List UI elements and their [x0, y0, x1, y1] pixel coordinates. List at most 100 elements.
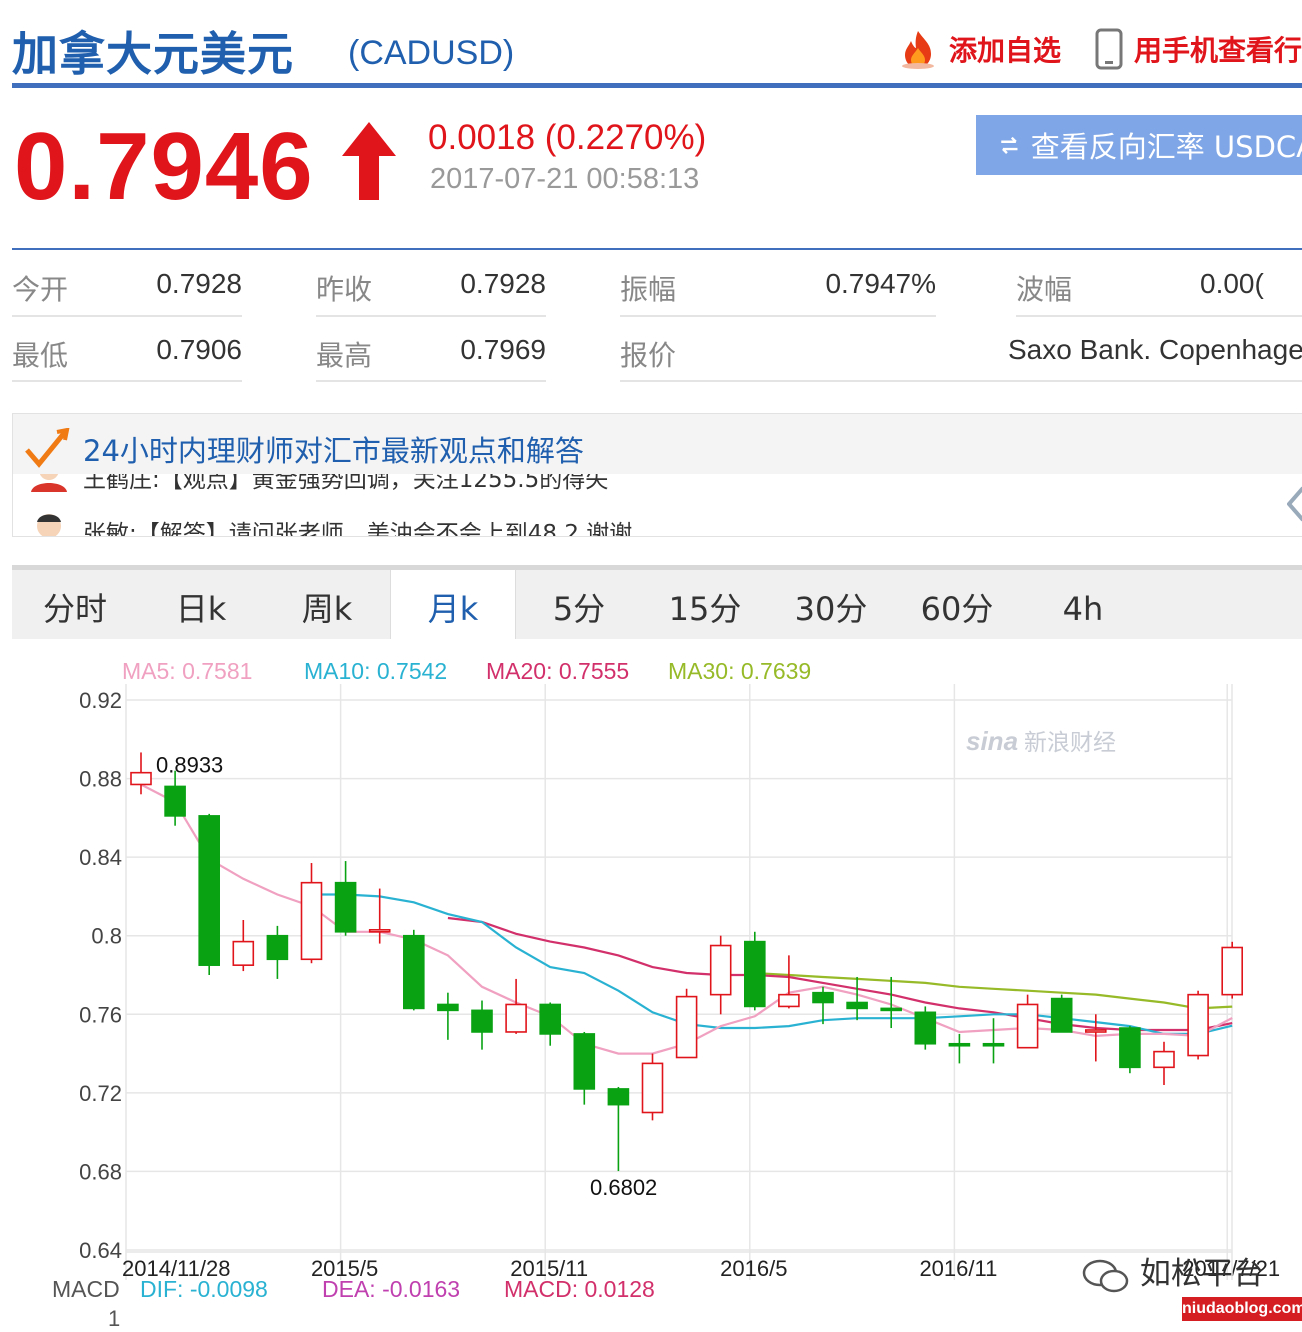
- site-watermark: niudaoblog.com: [1182, 1297, 1302, 1321]
- x-tick-label: 2016/5: [720, 1256, 787, 1280]
- candle-body: [812, 991, 834, 1004]
- min-price-label: 0.6802: [590, 1175, 657, 1200]
- high-label: 最高: [316, 339, 373, 372]
- quote-divider: [12, 248, 1302, 250]
- reverse-rate-label: 查看反向汇率 USDCA: [1030, 130, 1302, 164]
- candle-body: [1153, 1050, 1175, 1069]
- list-item[interactable]: 张敏:【解答】请问张老师，美油会不会上到48.2 谢谢: [83, 514, 632, 536]
- candle-body: [130, 771, 152, 786]
- max-price-label: 0.8933: [156, 752, 223, 777]
- header: 加拿大元美元 (CADUSD) 添加自选 用手机查看行: [12, 14, 1302, 90]
- wave-label: 波幅: [1016, 273, 1073, 306]
- swap-arrows-icon: [1001, 136, 1018, 154]
- candle-body: [368, 929, 391, 933]
- ma-line-ma10: [311, 893, 1233, 1035]
- candle-body: [1187, 993, 1209, 1057]
- header-divider: [12, 83, 1302, 88]
- divider: [620, 315, 936, 317]
- open-label: 今开: [12, 273, 69, 306]
- reverse-rate-button[interactable]: 查看反向汇率 USDCA: [976, 115, 1302, 175]
- candle-body: [846, 1001, 868, 1010]
- divider: [12, 315, 242, 317]
- candle-body: [232, 940, 255, 966]
- tab-minute[interactable]: 分时: [12, 570, 138, 639]
- quote-source-label: 报价: [620, 339, 677, 372]
- divider: [12, 380, 242, 382]
- wechat-watermark: 如松平台: [1082, 1248, 1264, 1293]
- quote-time: 2017-07-21 00:58:13: [430, 163, 700, 195]
- y-tick-label: 0.76: [79, 1002, 122, 1027]
- candle-body: [402, 934, 425, 1010]
- tab-monthly[interactable]: 月k: [390, 570, 516, 639]
- y-tick-label: 0.84: [79, 845, 122, 870]
- high-value: 0.7969: [460, 334, 546, 365]
- advisor-panel: 24小时内理财师对汇市最新观点和解答 王鹤庄:【观点】黄金强势回调，关注1255…: [12, 413, 1302, 537]
- wechat-icon: [1082, 1259, 1129, 1292]
- candlestick-chart[interactable]: 0.640.680.720.760.80.840.880.922014/11/2…: [0, 680, 1302, 1280]
- y-tick-label: 0.8: [91, 924, 122, 949]
- candle-body: [300, 881, 323, 961]
- add-watchlist-button[interactable]: 添加自选: [897, 28, 1061, 70]
- wechat-watermark-label: 如松平台: [1139, 1256, 1264, 1292]
- avatar: [37, 514, 61, 536]
- trend-check-icon: [25, 428, 70, 468]
- avatar: [31, 474, 67, 492]
- amplitude-label: 振幅: [620, 273, 677, 306]
- candle-body: [1085, 1029, 1107, 1033]
- list-item[interactable]: 王鹤庄:【观点】黄金强势回调，关注1255.5的得失: [83, 474, 608, 494]
- prev-close-label: 昨收: [316, 273, 373, 306]
- candle-body: [1016, 1003, 1039, 1049]
- y-tick-label: 0.88: [79, 767, 122, 792]
- x-tick-label: 2016/11: [919, 1256, 997, 1280]
- sina-watermark: 新浪财经: [1024, 730, 1116, 756]
- y-tick-label: 0.68: [79, 1159, 122, 1184]
- prev-close-value: 0.7928: [460, 268, 546, 299]
- symbol-code: (CADUSD): [348, 34, 515, 72]
- candle-body: [743, 940, 766, 1008]
- candle-body: [982, 1042, 1005, 1047]
- tab-4h[interactable]: 4h: [1020, 570, 1146, 639]
- price-change: 0.0018 (0.2270%): [428, 118, 707, 157]
- macd-axis-tick: 1: [108, 1306, 121, 1331]
- tab-weekly[interactable]: 周k: [264, 570, 390, 639]
- dif-label: DIF: -0.0098: [140, 1276, 268, 1302]
- advisor-list: 王鹤庄:【观点】黄金强势回调，关注1255.5的得失 张敏:【解答】请问张老师，…: [13, 474, 1302, 536]
- candle-body: [573, 1033, 596, 1090]
- fire-icon: [902, 31, 934, 69]
- candle-body: [471, 1009, 493, 1033]
- ma-line-ma20: [447, 916, 1233, 1032]
- candle-body: [437, 1003, 459, 1012]
- tab-daily[interactable]: 日k: [138, 570, 264, 639]
- scroll-down-icon[interactable]: [1287, 482, 1302, 526]
- candle-body: [164, 785, 186, 817]
- up-arrow-icon: [342, 122, 396, 200]
- candle-body: [641, 1062, 664, 1114]
- view-on-mobile-button[interactable]: 用手机查看行: [1094, 28, 1302, 70]
- amplitude-value: 0.7947%: [825, 268, 936, 299]
- candle-body: [607, 1088, 630, 1106]
- divider: [316, 380, 546, 382]
- view-on-mobile-label: 用手机查看行: [1134, 34, 1302, 67]
- tab-30min[interactable]: 30分: [768, 570, 894, 639]
- divider: [1016, 315, 1302, 317]
- dea-label: DEA: -0.0163: [322, 1276, 461, 1302]
- tab-5min[interactable]: 5分: [516, 570, 642, 639]
- low-value: 0.7906: [156, 334, 242, 365]
- wave-value: 0.00(: [1200, 268, 1264, 299]
- candle-body: [1050, 997, 1073, 1033]
- tab-60min[interactable]: 60分: [894, 570, 1020, 639]
- advisor-heading[interactable]: 24小时内理财师对汇市最新观点和解答: [83, 428, 584, 470]
- candle-body: [505, 1003, 527, 1033]
- candle-body: [334, 881, 357, 933]
- candle-body: [1119, 1027, 1141, 1069]
- mobile-phone-icon: [1095, 28, 1123, 70]
- candle-body: [709, 944, 732, 996]
- candle-body: [1221, 946, 1243, 996]
- candle-body: [539, 1003, 562, 1035]
- divider: [620, 380, 1302, 382]
- low-label: 最低: [12, 339, 69, 372]
- divider: [316, 315, 546, 317]
- candle-body: [880, 1007, 903, 1012]
- y-tick-label: 0.64: [79, 1238, 122, 1263]
- tab-15min[interactable]: 15分: [642, 570, 768, 639]
